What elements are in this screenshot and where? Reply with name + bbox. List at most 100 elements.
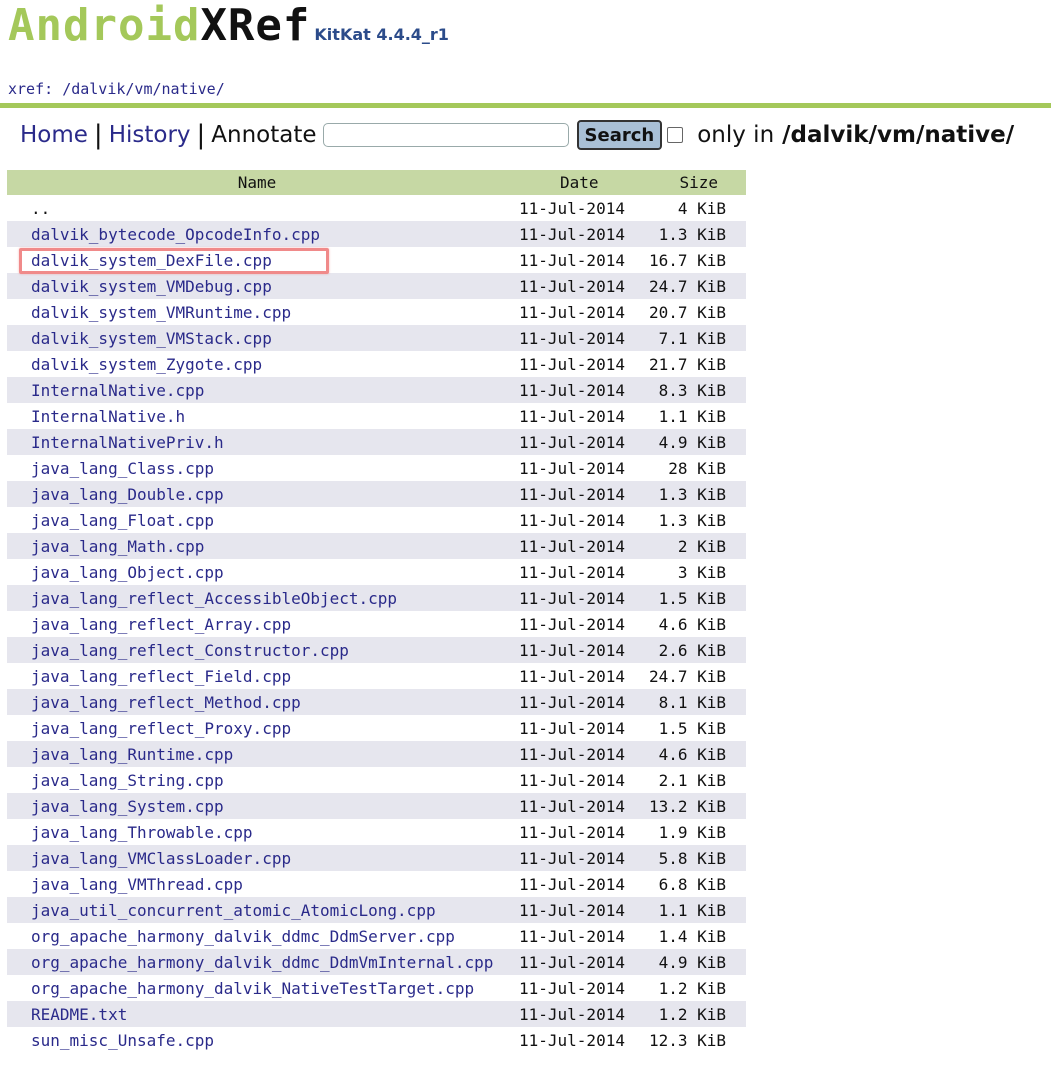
table-row[interactable]: java_lang_Float.cpp 11-Jul-2014 1.3 KiB [7, 507, 746, 533]
file-link[interactable]: java_lang_Float.cpp [31, 511, 214, 530]
table-row[interactable]: java_lang_VMClassLoader.cpp 11-Jul-2014 5.… [7, 845, 746, 871]
file-size-cell: 4.9 KiB [647, 949, 746, 975]
table-row[interactable]: java_lang_Object.cpp 11-Jul-2014 3 KiB [7, 559, 746, 585]
file-link[interactable]: org_apache_harmony_dalvik_ddmc_DdmServer… [31, 927, 455, 946]
table-row[interactable]: java_util_concurrent_atomic_AtomicLong.c… [7, 897, 746, 923]
file-link[interactable]: InternalNative.cpp [31, 381, 204, 400]
file-link[interactable]: java_lang_Object.cpp [31, 563, 224, 582]
file-link[interactable]: dalvik_system_VMStack.cpp [31, 329, 272, 348]
file-link[interactable]: dalvik_bytecode_OpcodeInfo.cpp [31, 225, 320, 244]
column-header-name[interactable]: Name [7, 170, 507, 195]
table-row[interactable]: java_lang_reflect_AccessibleObject.cpp 11… [7, 585, 746, 611]
table-row[interactable]: org_apache_harmony_dalvik_NativeTestTarg… [7, 975, 746, 1001]
file-date-cell: 11-Jul-2014 [507, 273, 647, 299]
file-link[interactable]: java_lang_reflect_Method.cpp [31, 693, 301, 712]
table-row[interactable]: java_lang_reflect_Array.cpp 11-Jul-2014 4.… [7, 611, 746, 637]
file-name-cell: org_apache_harmony_dalvik_ddmc_DdmServer… [7, 923, 507, 949]
table-row[interactable]: InternalNative.cpp 11-Jul-2014 8.3 KiB [7, 377, 746, 403]
search-button[interactable]: Search [576, 120, 663, 150]
table-row[interactable]: java_lang_Runtime.cpp 11-Jul-2014 4.6 KiB [7, 741, 746, 767]
table-row[interactable]: org_apache_harmony_dalvik_ddmc_DdmVmInte… [7, 949, 746, 975]
file-date-cell: 11-Jul-2014 [519, 926, 625, 946]
table-row[interactable]: dalvik_system_VMDebug.cpp 11-Jul-2014 24.7… [7, 273, 746, 299]
file-link[interactable]: java_lang_VMClassLoader.cpp [31, 849, 291, 868]
table-row[interactable]: README.txt 11-Jul-2014 1.2 KiB [7, 1001, 746, 1027]
table-row[interactable]: InternalNativePriv.h 11-Jul-2014 4.9 KiB [7, 429, 746, 455]
column-header-size[interactable]: Size [647, 170, 746, 195]
file-link[interactable]: java_lang_Throwable.cpp [31, 823, 253, 842]
file-link[interactable]: dalvik_system_VMDebug.cpp [31, 277, 272, 296]
table-row[interactable]: .. 11-Jul-2014 4 KiB [7, 195, 746, 221]
file-link[interactable]: java_lang_Double.cpp [31, 485, 224, 504]
file-link[interactable]: java_lang_reflect_Field.cpp [31, 667, 291, 686]
file-size-cell: 2.1 KiB [658, 770, 726, 790]
history-link[interactable]: History [109, 122, 191, 148]
column-header-date[interactable]: Date [507, 170, 647, 195]
file-size-cell: 2 KiB [647, 533, 746, 559]
table-row[interactable]: dalvik_system_VMRuntime.cpp 11-Jul-2014 20… [7, 299, 746, 325]
file-date-cell: 11-Jul-2014 [507, 897, 647, 923]
file-link[interactable]: java_lang_String.cpp [31, 771, 224, 790]
file-link[interactable]: org_apache_harmony_dalvik_ddmc_DdmVmInte… [31, 953, 493, 972]
file-size-cell: 24.7 KiB [648, 666, 726, 686]
file-date-cell: 11-Jul-2014 [507, 533, 647, 559]
file-link[interactable]: README.txt [31, 1005, 127, 1024]
file-name-cell: java_lang_reflect_Proxy.cpp [7, 715, 507, 741]
table-row[interactable]: java_lang_reflect_Proxy.cpp 11-Jul-2014 1.… [7, 715, 746, 741]
file-name-cell: InternalNativePriv.h [7, 429, 507, 455]
file-name-cell: sun_misc_Unsafe.cpp [7, 1027, 507, 1053]
search-input[interactable] [322, 123, 569, 147]
table-row[interactable]: java_lang_Class.cpp 11-Jul-2014 28 KiB [7, 455, 746, 481]
file-size-cell: 1.3 KiB [658, 510, 726, 530]
table-row[interactable]: java_lang_String.cpp 11-Jul-2014 2.1 KiB [7, 767, 746, 793]
file-name-cell: java_lang_Object.cpp [7, 559, 507, 585]
only-in-checkbox[interactable] [667, 127, 684, 143]
table-row[interactable]: java_lang_System.cpp 11-Jul-2014 13.2 KiB [7, 793, 746, 819]
table-row[interactable]: java_lang_Math.cpp 11-Jul-2014 2 KiB [7, 533, 746, 559]
file-link[interactable]: java_lang_Class.cpp [31, 459, 214, 478]
site-logo[interactable]: AndroidXRef KitKat 4.4.4_r1 [8, 0, 449, 51]
file-link[interactable]: dalvik_system_Zygote.cpp [31, 355, 262, 374]
file-link[interactable]: java_lang_System.cpp [31, 797, 224, 816]
file-link[interactable]: java_lang_reflect_Constructor.cpp [31, 641, 349, 660]
file-link[interactable]: java_util_concurrent_atomic_AtomicLong.c… [31, 901, 436, 920]
file-link[interactable]: InternalNativePriv.h [31, 433, 224, 452]
file-link[interactable]: java_lang_reflect_Proxy.cpp [31, 719, 291, 738]
annotate-link[interactable]: Annotate [211, 122, 316, 148]
file-date-cell: 11-Jul-2014 [519, 406, 625, 426]
file-link[interactable]: dalvik_system_VMRuntime.cpp [31, 303, 291, 322]
table-row[interactable]: java_lang_reflect_Method.cpp 11-Jul-2014 8… [7, 689, 746, 715]
file-link[interactable]: InternalNative.h [31, 407, 185, 426]
table-row[interactable]: java_lang_reflect_Field.cpp 11-Jul-2014 24… [7, 663, 746, 689]
file-link[interactable]: java_lang_Math.cpp [31, 537, 204, 556]
file-link[interactable]: java_lang_Runtime.cpp [31, 745, 233, 764]
file-date-cell: 11-Jul-2014 [519, 250, 625, 270]
breadcrumb-path-link[interactable]: /dalvik/vm/native/ [62, 80, 225, 98]
table-row[interactable]: java_lang_Throwable.cpp 11-Jul-2014 1.9 Ki… [7, 819, 746, 845]
table-row[interactable]: dalvik_system_VMStack.cpp 11-Jul-2014 7.1 … [7, 325, 746, 351]
table-row[interactable]: org_apache_harmony_dalvik_ddmc_DdmServer… [7, 923, 746, 949]
file-name-cell: java_lang_System.cpp [7, 793, 507, 819]
file-link[interactable]: java_lang_reflect_Array.cpp [31, 615, 291, 634]
file-link[interactable]: org_apache_harmony_dalvik_NativeTestTarg… [31, 979, 474, 998]
table-row[interactable]: dalvik_system_Zygote.cpp 11-Jul-2014 21.7 … [7, 351, 746, 377]
file-link[interactable]: dalvik_system_DexFile.cpp [31, 251, 272, 270]
table-row[interactable]: java_lang_reflect_Constructor.cpp 11-Jul-… [7, 637, 746, 663]
file-name-cell: dalvik_system_VMRuntime.cpp [7, 299, 507, 325]
table-row[interactable]: dalvik_bytecode_OpcodeInfo.cpp 11-Jul-201… [7, 221, 746, 247]
file-size-cell: 1.2 KiB [647, 1001, 746, 1027]
file-name-cell: dalvik_system_VMDebug.cpp [7, 273, 507, 299]
file-date-cell: 11-Jul-2014 [507, 221, 647, 247]
table-row[interactable]: sun_misc_Unsafe.cpp 11-Jul-2014 12.3 KiB [7, 1027, 746, 1053]
table-row[interactable]: java_lang_Double.cpp 11-Jul-2014 1.3 KiB [7, 481, 746, 507]
table-row[interactable]: dalvik_system_DexFile.cpp 11-Jul-2014 16.7… [7, 247, 746, 273]
file-link[interactable]: java_lang_VMThread.cpp [31, 875, 243, 894]
file-date-cell: 11-Jul-2014 [519, 302, 625, 322]
table-row[interactable]: java_lang_VMThread.cpp 11-Jul-2014 6.8 KiB [7, 871, 746, 897]
home-link[interactable]: Home [20, 122, 88, 148]
table-row[interactable]: InternalNative.h 11-Jul-2014 1.1 KiB [7, 403, 746, 429]
parent-dir-link[interactable]: .. [31, 199, 50, 218]
file-link[interactable]: sun_misc_Unsafe.cpp [31, 1031, 214, 1050]
file-date-cell: 11-Jul-2014 [519, 666, 625, 686]
file-link[interactable]: java_lang_reflect_AccessibleObject.cpp [31, 589, 397, 608]
